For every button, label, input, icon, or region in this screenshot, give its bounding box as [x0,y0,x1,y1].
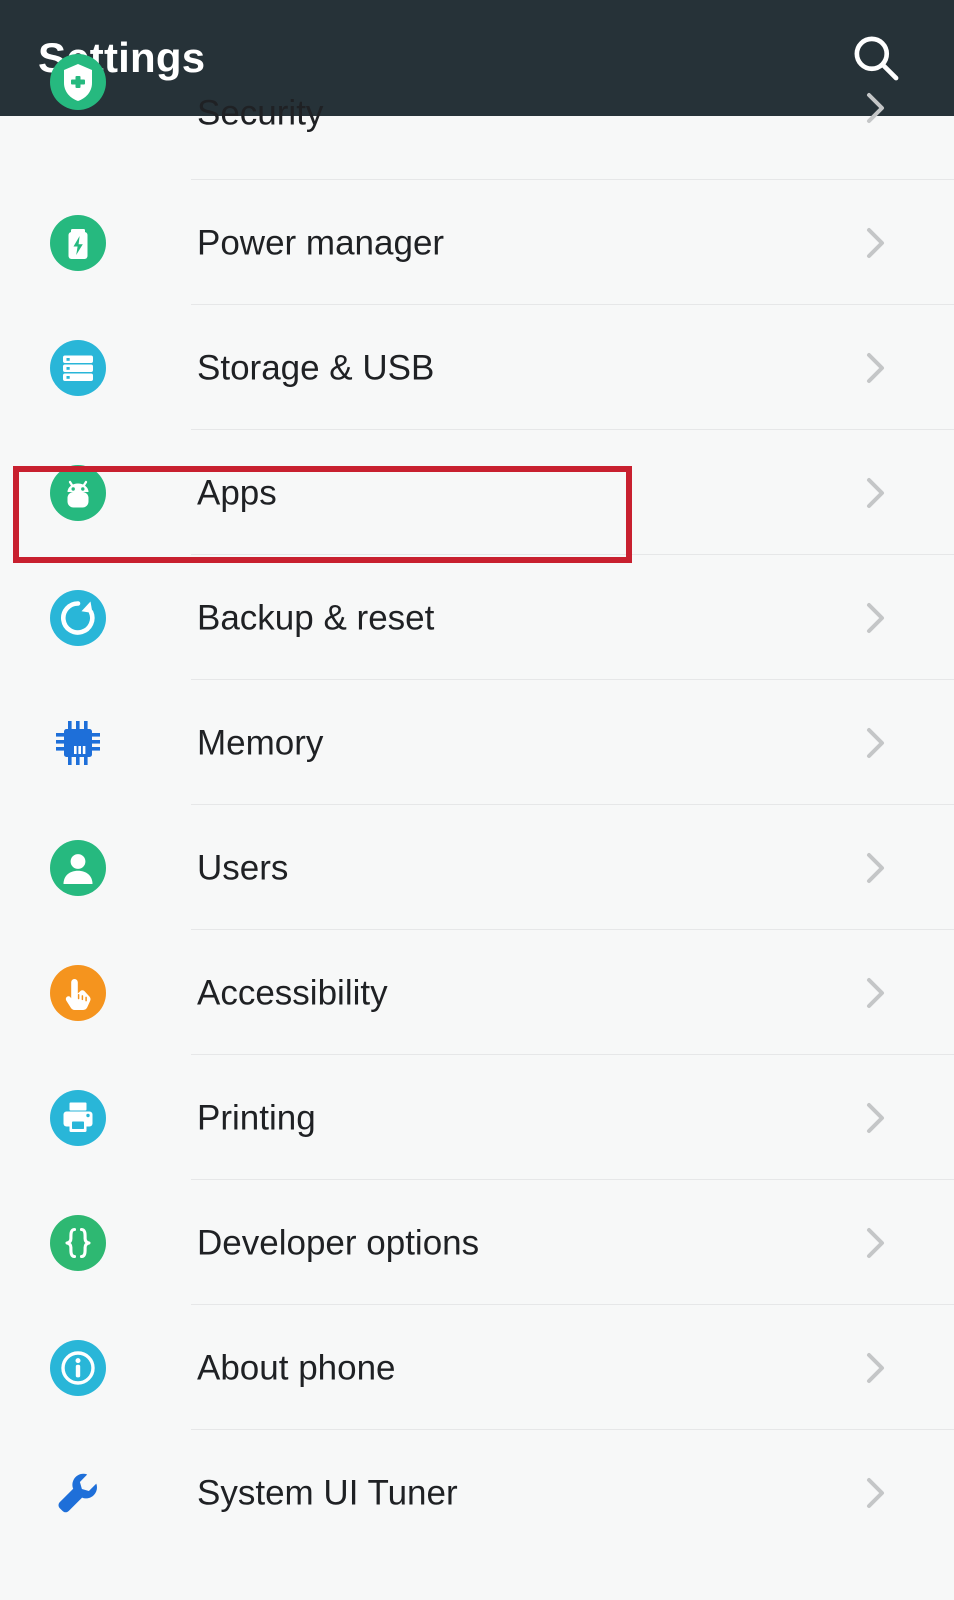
chevron-right-icon [860,598,892,638]
battery-charging-icon [46,211,110,275]
settings-row-label: Power manager [197,223,445,262]
curly-braces-icon [46,1211,110,1275]
search-icon [848,30,904,86]
settings-row-label: System UI Tuner [197,1473,458,1512]
settings-row-label: Backup & reset [197,598,435,637]
hand-pointer-icon [46,961,110,1025]
settings-row-about-phone[interactable]: About phone [0,1305,954,1430]
chevron-right-icon [860,723,892,763]
android-robot-icon [46,461,110,525]
settings-row-memory[interactable]: Memory [0,680,954,805]
settings-row-label: Memory [197,723,324,762]
search-button[interactable] [844,26,908,90]
storage-icon [46,336,110,400]
chevron-right-icon [860,1348,892,1388]
chevron-right-icon [860,88,892,128]
restore-icon [46,586,110,650]
settings-row-security[interactable]: Security [0,54,954,180]
settings-row-power-manager[interactable]: Power manager [0,180,954,305]
wrench-icon [46,1461,110,1525]
settings-row-apps[interactable]: Apps [0,430,954,555]
chevron-right-icon [860,973,892,1013]
settings-row-label: About phone [197,1348,396,1387]
settings-list[interactable]: Security Power manager Storage & USB Apps Ba… [0,54,954,1600]
settings-row-printing[interactable]: Printing [0,1055,954,1180]
memory-chip-icon [46,711,110,775]
settings-row-developer-options[interactable]: Developer options [0,1180,954,1305]
app-bar: Settings [0,0,954,116]
settings-row-label: Printing [197,1098,316,1137]
settings-screen: Settings Security Power manager Storage & … [0,0,954,1600]
settings-row-label: Security [197,93,324,133]
chevron-right-icon [860,1473,892,1513]
printer-icon [46,1086,110,1150]
chevron-right-icon [860,848,892,888]
person-icon [46,836,110,900]
settings-row-system-ui-tuner[interactable]: System UI Tuner [0,1430,954,1555]
settings-row-users[interactable]: Users [0,805,954,930]
chevron-right-icon [860,348,892,388]
chevron-right-icon [860,1223,892,1263]
shield-icon [46,50,110,114]
settings-row-label: Users [197,848,289,887]
settings-row-label: Storage & USB [197,348,435,387]
settings-row-label: Developer options [197,1223,480,1262]
chevron-right-icon [860,1098,892,1138]
chevron-right-icon [860,473,892,513]
chevron-right-icon [860,223,892,263]
info-icon [46,1336,110,1400]
settings-row-label: Accessibility [197,973,388,1012]
settings-row-storage-usb[interactable]: Storage & USB [0,305,954,430]
settings-row-label: Apps [197,473,277,512]
settings-row-accessibility[interactable]: Accessibility [0,930,954,1055]
settings-row-backup-reset[interactable]: Backup & reset [0,555,954,680]
